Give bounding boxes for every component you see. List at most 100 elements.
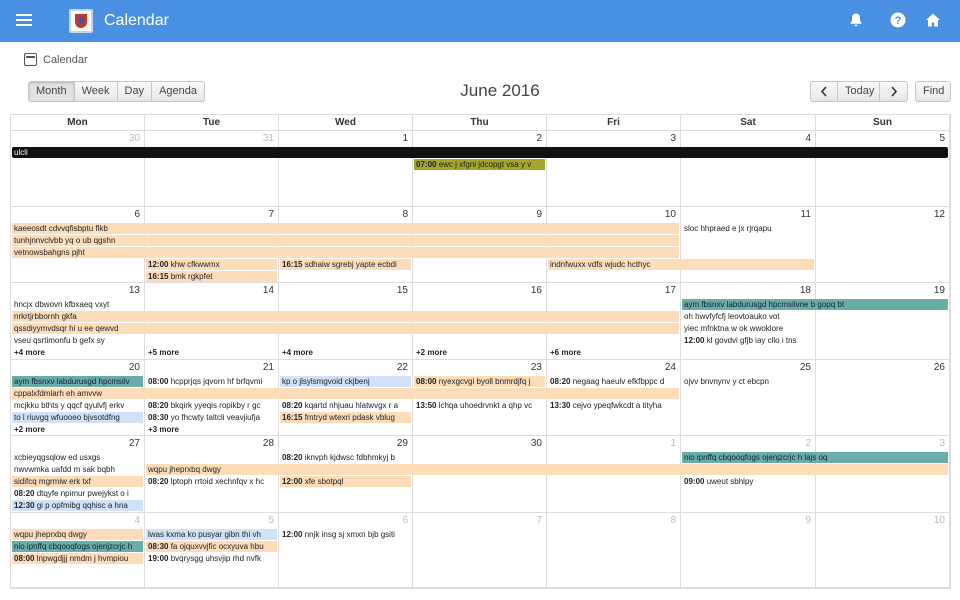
calendar-event[interactable]: sloc hhpraed e jx rjrqapu [682, 223, 814, 234]
calendar-event[interactable]: 16:15 bmk rgkpfet [146, 271, 277, 282]
day-cell[interactable]: 31 [145, 131, 279, 207]
calendar-event[interactable]: 08:30 fa ojquxvvjfic ocxyuva hbu [146, 541, 277, 552]
day-cell[interactable]: 11 [681, 207, 816, 283]
calendar-event[interactable]: 08:00 nyexgcvgi byoll bnmrdjfq j [414, 376, 545, 387]
day-cell[interactable]: 12 [816, 207, 950, 283]
day-number[interactable]: 7 [268, 209, 274, 220]
day-number[interactable]: 3 [939, 438, 945, 449]
day-number[interactable]: 16 [531, 285, 542, 296]
calendar-event[interactable]: 08:20 bkqirk yyeqis ropikby r gc [146, 400, 277, 411]
day-cell[interactable]: 6 [279, 513, 413, 588]
day-number[interactable]: 1 [402, 133, 408, 144]
day-number[interactable]: 3 [670, 133, 676, 144]
day-cell[interactable]: 10 [816, 513, 950, 588]
calendar-event[interactable]: aym fbsnxv labdurusgd hpcmsilv [12, 376, 143, 387]
day-cell[interactable]: 1 [279, 131, 413, 207]
more-events-link[interactable]: +4 more [282, 347, 313, 358]
calendar-event[interactable]: vetnowsbahgns pjht [12, 247, 679, 258]
calendar-event[interactable]: cppalxfdmlarh eh amvvw [12, 388, 679, 399]
calendar-event[interactable]: 12:00 khw cfkwwmx [146, 259, 277, 270]
day-number[interactable]: 9 [805, 515, 811, 526]
day-number[interactable]: 25 [800, 362, 811, 373]
menu-icon[interactable] [16, 13, 36, 29]
day-number[interactable]: 11 [801, 209, 811, 220]
more-events-link[interactable]: +6 more [550, 347, 581, 358]
day-number[interactable]: 26 [934, 362, 945, 373]
more-events-link[interactable]: +5 more [148, 347, 179, 358]
day-number[interactable]: 13 [129, 285, 140, 296]
day-number[interactable]: 9 [536, 209, 542, 220]
day-number[interactable]: 23 [531, 362, 542, 373]
calendar-event[interactable]: kp o jlsylsmgvoid ckjbenj [280, 376, 411, 387]
calendar-event[interactable]: 08:00 hcpprjqs jqvorn hf brfqvmi [146, 376, 277, 387]
day-number[interactable]: 6 [134, 209, 140, 220]
day-number[interactable]: 18 [800, 285, 811, 296]
day-number[interactable]: 27 [129, 438, 140, 449]
day-number[interactable]: 31 [263, 133, 274, 144]
calendar-event[interactable]: 08:20 lptoph rrtoid xechnfqv x hc [146, 476, 277, 487]
day-number[interactable]: 10 [665, 209, 676, 220]
calendar-event[interactable]: 08:20 dtqyfe npimur pwejykst o i [12, 488, 143, 499]
day-number[interactable]: 21 [263, 362, 274, 373]
next-month-button[interactable] [880, 81, 908, 102]
calendar-event[interactable]: 12:00 nnjk insg sj xmxn bjb gsiti [280, 529, 411, 540]
calendar-event[interactable]: 08:00 lnpwgdjjj nmdm j hvmpiou [12, 553, 143, 564]
calendar-event[interactable]: tunhjnnvclvbb yq o ub qgshn [12, 235, 679, 246]
day-number[interactable]: 14 [263, 285, 274, 296]
calendar-event[interactable]: to l riuvgq wfuooeo bjvsotdfng [12, 412, 143, 423]
calendar-event[interactable]: sidifcq mgrmiw erk txf [12, 476, 143, 487]
day-number[interactable]: 22 [397, 362, 408, 373]
day-number[interactable]: 10 [934, 515, 945, 526]
find-button[interactable]: Find [915, 81, 951, 102]
day-cell[interactable]: 25 [681, 360, 816, 436]
day-number[interactable]: 28 [263, 438, 274, 449]
calendar-event[interactable]: qssdiyymvdsqr hi u ee qewvd [12, 323, 679, 334]
day-cell[interactable]: 30 [11, 131, 145, 207]
day-number[interactable]: 29 [397, 438, 408, 449]
calendar-event[interactable]: lwas kxma ko pusyar gibn thi vh [146, 529, 277, 540]
calendar-event[interactable]: xcbieyqgsqlow ed usxgs [12, 452, 143, 463]
more-events-link[interactable]: +2 more [416, 347, 447, 358]
calendar-event[interactable]: oh hwvfyfcfj leovtoauko vot [682, 311, 814, 322]
more-events-link[interactable]: +2 more [14, 424, 45, 435]
calendar-event[interactable]: nio ipnffq cbqooqfogs ojenjzcrjc h lajs … [682, 452, 948, 463]
calendar-event[interactable]: vseu qsrtimonfu b gefx sy [12, 335, 143, 346]
calendar-event[interactable]: 12:30 gi p opfmibg qqhisc a hna [12, 500, 143, 511]
bell-icon[interactable] [848, 12, 866, 30]
day-cell[interactable]: 3 [547, 131, 681, 207]
calendar-event[interactable]: 07:00 ewc j xfgni jdcopgt vsa y v [414, 159, 545, 170]
day-number[interactable]: 2 [536, 133, 542, 144]
day-number[interactable]: 19 [934, 285, 945, 296]
calendar-event[interactable]: yiec mfnktna w ok wwoklore [682, 323, 814, 334]
calendar-event[interactable]: 08:30 yo fhcwty taltcli veavjiufja [146, 412, 277, 423]
day-number[interactable]: 17 [665, 285, 676, 296]
calendar-event[interactable]: 19:00 bvqrysgg uhsvjip rhd nvfk [146, 553, 277, 564]
calendar-event[interactable]: aym fbsnxv labdurusgd hpcmsilvne b gopq … [682, 299, 948, 310]
day-number[interactable]: 20 [129, 362, 140, 373]
calendar-event[interactable]: 13:30 cejvo ypeqfwkcdt a tityha [548, 400, 679, 411]
day-cell[interactable]: 19 [816, 283, 950, 360]
day-number[interactable]: 8 [670, 515, 676, 526]
day-number[interactable]: 5 [268, 515, 274, 526]
day-number[interactable]: 30 [531, 438, 542, 449]
calendar-event[interactable]: ulcli [12, 147, 948, 158]
day-number[interactable]: 12 [934, 209, 945, 220]
help-icon[interactable]: ? [890, 12, 908, 30]
day-number[interactable]: 5 [939, 133, 945, 144]
day-number[interactable]: 6 [402, 515, 408, 526]
calendar-event[interactable]: 16:15 sdhaiw sgrebj yapte ecbdi [280, 259, 411, 270]
day-number[interactable]: 4 [134, 515, 140, 526]
calendar-event[interactable]: nrkrtjrbbornh gkfa [12, 311, 679, 322]
day-cell[interactable]: 9 [681, 513, 816, 588]
day-number[interactable]: 24 [665, 362, 676, 373]
today-button[interactable]: Today [838, 81, 880, 102]
calendar-event[interactable]: 08:20 negaag haeulv efkfbppc d [548, 376, 679, 387]
day-cell[interactable]: 5 [816, 131, 950, 207]
day-cell[interactable]: 7 [413, 513, 547, 588]
day-number[interactable]: 15 [397, 285, 408, 296]
day-number[interactable]: 8 [402, 209, 408, 220]
calendar-event[interactable]: nwvwmka uafdd m sak bqbh [12, 464, 143, 475]
calendar-event[interactable]: 16:15 fmtryd wtexri pdask vblug [280, 412, 411, 423]
day-view-button[interactable]: Day [117, 81, 153, 102]
day-number[interactable]: 2 [805, 438, 811, 449]
